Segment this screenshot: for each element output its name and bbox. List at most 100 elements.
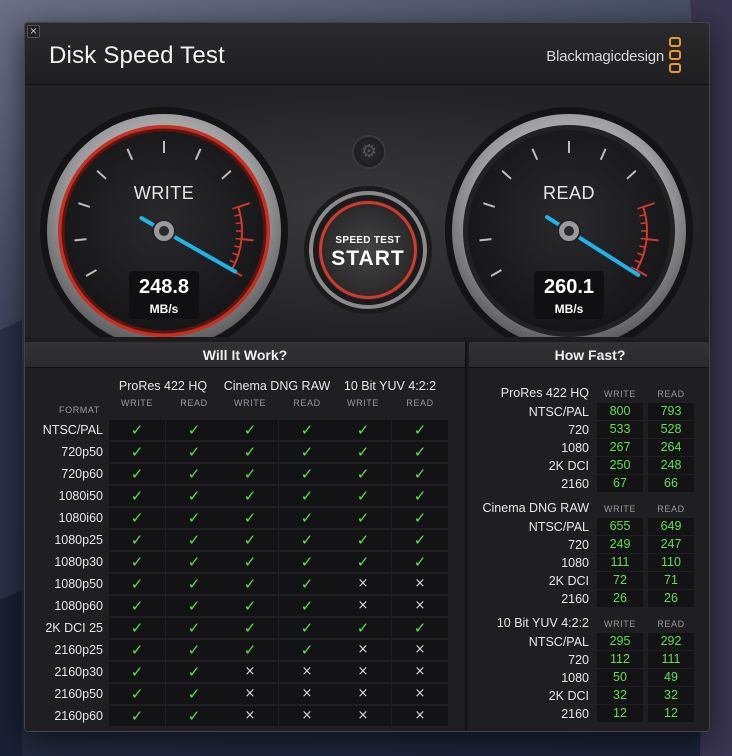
check-icon: ✓ xyxy=(166,596,222,616)
resolution-label: 2K DCI xyxy=(548,459,589,473)
check-icon: ✓ xyxy=(166,442,222,462)
resolution-label: 1080 xyxy=(561,441,589,455)
resolution-label: 720 xyxy=(568,423,589,437)
check-icon: ✓ xyxy=(166,640,222,660)
cross-icon: × xyxy=(279,706,335,726)
cross-icon: × xyxy=(392,640,448,660)
read-speed-cell: 264 xyxy=(648,439,694,456)
write-speed-cell: 32 xyxy=(597,687,643,704)
format-label: 2160p30 xyxy=(54,665,103,679)
resolution-label: NTSC/PAL xyxy=(528,520,589,534)
write-column-header: WRITE xyxy=(234,398,266,408)
read-column-header: READ xyxy=(293,398,321,408)
write-speed-cell: 111 xyxy=(597,554,643,571)
disk-speed-test-window: × Disk Speed Test Blackmagicdesign WRITE xyxy=(24,22,710,732)
read-gauge-needle-cap xyxy=(564,226,574,236)
resolution-label: 1080 xyxy=(561,556,589,570)
resolution-label: 2K DCI xyxy=(548,689,589,703)
start-button-label: START xyxy=(331,247,405,270)
read-column-header: READ xyxy=(406,398,434,408)
write-speed-cell: 533 xyxy=(597,421,643,438)
write-speed-cell: 50 xyxy=(597,669,643,686)
read-speed-cell: 110 xyxy=(648,554,694,571)
table-row: 2160p30 ✓ ✓ × × × × xyxy=(25,661,467,683)
write-column-header: WRITE xyxy=(604,389,636,399)
write-speed-cell: 295 xyxy=(597,633,643,650)
check-icon: ✓ xyxy=(222,486,278,506)
check-icon: ✓ xyxy=(279,574,335,594)
will-it-work-panel: Will It Work? ProRes 422 HQ Cinema DNG R… xyxy=(25,342,467,731)
check-icon: ✓ xyxy=(166,530,222,550)
cross-icon: × xyxy=(279,684,335,704)
check-icon: ✓ xyxy=(392,420,448,440)
how-fast-section: 10 Bit YUV 4:2:2 WRITE READ NTSC/PAL 295 292 7… xyxy=(469,604,709,722)
table-row: 720 533 528 xyxy=(469,421,709,439)
table-row: NTSC/PAL 655 649 xyxy=(469,518,709,536)
table-row: 2K DCI 250 248 xyxy=(469,457,709,475)
gear-icon[interactable]: ⚙ xyxy=(352,135,386,169)
format-column-header: FORMAT xyxy=(59,405,100,415)
check-icon: ✓ xyxy=(222,640,278,660)
check-icon: ✓ xyxy=(335,552,391,572)
check-icon: ✓ xyxy=(392,618,448,638)
read-speed-cell: 49 xyxy=(648,669,694,686)
format-label: 720p50 xyxy=(61,445,103,459)
cross-icon: × xyxy=(335,574,391,594)
write-speed-cell: 112 xyxy=(597,651,643,668)
check-icon: ✓ xyxy=(279,552,335,572)
write-gauge-needle-cap xyxy=(159,226,169,236)
check-icon: ✓ xyxy=(109,508,165,528)
cross-icon: × xyxy=(392,684,448,704)
check-icon: ✓ xyxy=(109,662,165,682)
resolution-label: NTSC/PAL xyxy=(528,635,589,649)
cross-icon: × xyxy=(392,662,448,682)
blackmagic-logo-icon xyxy=(669,37,681,73)
write-column-header: WRITE xyxy=(604,619,636,629)
resolution-label: 720 xyxy=(568,653,589,667)
check-icon: ✓ xyxy=(222,552,278,572)
read-gauge-readout: 260.1 MB/s xyxy=(534,271,604,319)
write-column-header: WRITE xyxy=(121,398,153,408)
check-icon: ✓ xyxy=(109,442,165,462)
format-label: 2160p50 xyxy=(54,687,103,701)
check-icon: ✓ xyxy=(335,508,391,528)
write-gauge-label: WRITE xyxy=(133,183,195,203)
write-gauge-readout: 248.8 MB/s xyxy=(129,271,199,319)
check-icon: ✓ xyxy=(392,464,448,484)
table-row: NTSC/PAL ✓ ✓ ✓ ✓ ✓ ✓ xyxy=(25,419,467,441)
table-row: 720p60 ✓ ✓ ✓ ✓ ✓ ✓ xyxy=(25,463,467,485)
check-icon: ✓ xyxy=(166,684,222,704)
write-speed-cell: 800 xyxy=(597,403,643,420)
write-gauge-minor-tick xyxy=(235,237,242,240)
format-label: 1080i60 xyxy=(58,511,104,525)
cross-icon: × xyxy=(392,574,448,594)
check-icon: ✓ xyxy=(109,596,165,616)
table-row: NTSC/PAL 295 292 xyxy=(469,633,709,651)
check-icon: ✓ xyxy=(166,706,222,726)
write-speed-cell: 267 xyxy=(597,439,643,456)
check-icon: ✓ xyxy=(335,486,391,506)
cross-icon: × xyxy=(335,662,391,682)
table-row: 1080 267 264 xyxy=(469,439,709,457)
resolution-label: 1080 xyxy=(561,671,589,685)
read-speed-cell: 247 xyxy=(648,536,694,553)
table-row: 1080i60 ✓ ✓ ✓ ✓ ✓ ✓ xyxy=(25,507,467,529)
check-icon: ✓ xyxy=(335,464,391,484)
check-icon: ✓ xyxy=(392,552,448,572)
speed-test-start-button[interactable]: SPEED TEST START xyxy=(309,191,427,309)
cross-icon: × xyxy=(222,684,278,704)
check-icon: ✓ xyxy=(279,464,335,484)
check-icon: ✓ xyxy=(222,464,278,484)
read-speed-cell: 248 xyxy=(648,457,694,474)
write-speed-cell: 655 xyxy=(597,518,643,535)
table-row: 2160p50 ✓ ✓ × × × × xyxy=(25,683,467,705)
check-icon: ✓ xyxy=(166,420,222,440)
close-icon[interactable]: × xyxy=(27,25,40,38)
read-speed-cell: 292 xyxy=(648,633,694,650)
table-row: 1080p30 ✓ ✓ ✓ ✓ ✓ ✓ xyxy=(25,551,467,573)
how-fast-section: Cinema DNG RAW WRITE READ NTSC/PAL 655 649 720… xyxy=(469,489,709,607)
how-fast-panel: How Fast? ProRes 422 HQ WRITE READ NTSC/PAL… xyxy=(469,342,709,731)
check-icon: ✓ xyxy=(166,486,222,506)
check-icon: ✓ xyxy=(335,618,391,638)
read-gauge-label: READ xyxy=(542,183,595,203)
